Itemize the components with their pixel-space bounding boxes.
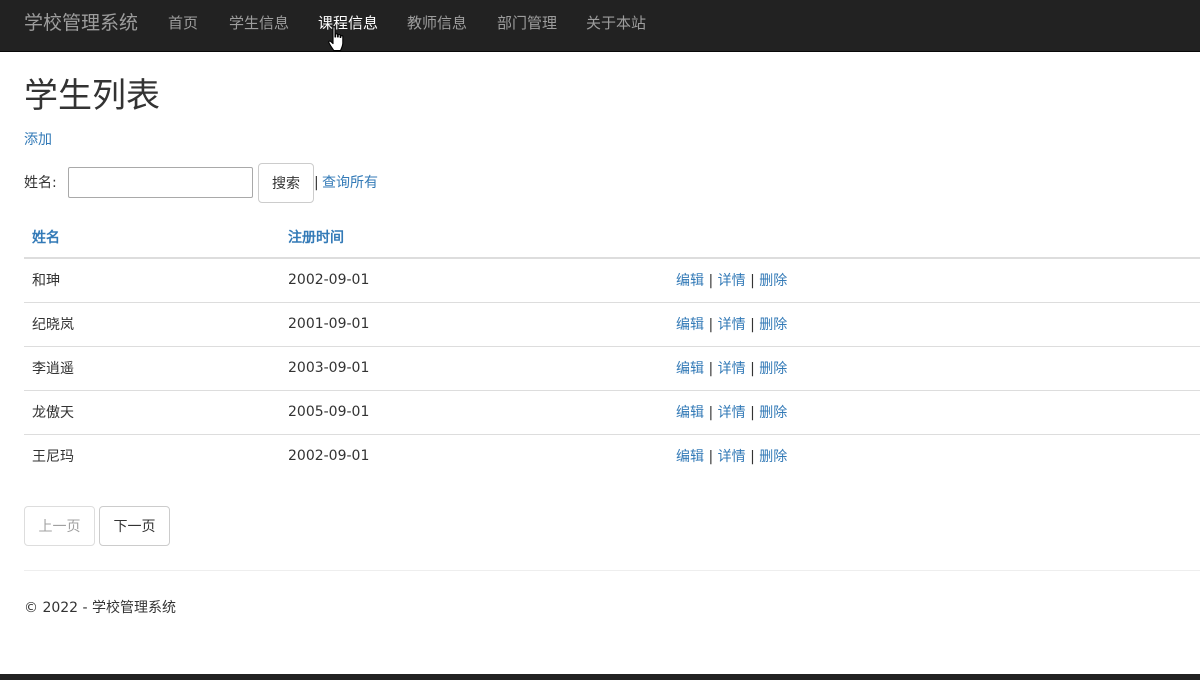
action-separator: | xyxy=(750,361,755,377)
nav-item-departments[interactable]: 部门管理 xyxy=(497,13,557,33)
footer-copyright: © 2022 - 学校管理系统 xyxy=(24,600,177,616)
column-header-actions xyxy=(668,216,1200,259)
page-title: 学生列表 xyxy=(24,76,160,116)
registration-date: 2005-09-01 xyxy=(280,389,668,434)
details-link[interactable]: 详情 xyxy=(718,405,746,421)
action-separator: | xyxy=(750,449,755,466)
row-actions: 编辑 | 详情 | 删除 xyxy=(668,345,1200,390)
action-separator: | xyxy=(750,273,755,290)
hand-pointer-icon xyxy=(328,26,344,52)
delete-link[interactable]: 删除 xyxy=(759,317,787,333)
row-actions: 编辑 | 详情 | 删除 xyxy=(668,389,1200,434)
row-actions: 编辑 | 详情 | 删除 xyxy=(668,301,1200,346)
delete-link[interactable]: 删除 xyxy=(759,273,787,289)
edit-link[interactable]: 编辑 xyxy=(676,449,704,465)
details-link[interactable]: 详情 xyxy=(718,361,746,377)
edit-link[interactable]: 编辑 xyxy=(676,317,704,333)
action-separator: | xyxy=(708,361,714,377)
row-actions: 编辑 | 详情 | 删除 xyxy=(668,433,1200,478)
student-name: 王尼玛 xyxy=(24,433,280,478)
search-name-label: 姓名: xyxy=(24,175,57,191)
search-separator: | xyxy=(314,175,319,191)
nav-item-home[interactable]: 首页 xyxy=(168,13,198,33)
column-header-date[interactable]: 注册时间 xyxy=(280,216,668,259)
action-separator: | xyxy=(708,273,714,290)
action-separator: | xyxy=(750,405,755,421)
nav-item-students[interactable]: 学生信息 xyxy=(229,13,289,33)
nav-item-about[interactable]: 关于本站 xyxy=(586,13,646,33)
edit-link[interactable]: 编辑 xyxy=(676,361,704,377)
student-name: 李逍遥 xyxy=(24,345,280,390)
action-separator: | xyxy=(750,317,755,333)
details-link[interactable]: 详情 xyxy=(718,273,746,289)
edit-link[interactable]: 编辑 xyxy=(676,405,704,421)
sort-by-date-link[interactable]: 注册时间 xyxy=(288,230,344,246)
nav-item-teachers[interactable]: 教师信息 xyxy=(407,13,467,33)
sort-by-name-link[interactable]: 姓名 xyxy=(32,230,60,246)
student-name: 龙傲天 xyxy=(24,389,280,434)
nav-item-courses[interactable]: 课程信息 xyxy=(318,13,378,33)
query-all-link[interactable]: 查询所有 xyxy=(322,173,378,193)
top-navbar: 学校管理系统 首页 学生信息 课程信息 教师信息 部门管理 关于本站 xyxy=(0,0,1200,52)
student-name: 和珅 xyxy=(32,273,60,290)
delete-link[interactable]: 删除 xyxy=(759,449,787,465)
table-row: 李逍遥 2003-09-01 编辑 | 详情 | 删除 xyxy=(24,345,1200,390)
table-header-row: 姓名 注册时间 xyxy=(24,216,1200,259)
table-row: 龙傲天 2005-09-01 编辑 | 详情 | 删除 xyxy=(24,389,1200,434)
registration-date: 2002-09-01 xyxy=(280,433,668,478)
row-actions: 编辑 | 详情 | 删除 xyxy=(668,258,1200,302)
delete-link[interactable]: 删除 xyxy=(759,361,787,377)
registration-date: 2002-09-01 xyxy=(288,272,370,289)
bottom-bar xyxy=(0,674,1200,680)
column-header-name[interactable]: 姓名 xyxy=(24,216,280,259)
footer-divider xyxy=(24,570,1200,571)
student-table: 姓名 注册时间 和珅 2002-09-01 编辑 | 详情 | 删除 纪晓岚 2… xyxy=(24,216,1200,478)
prev-page-button[interactable]: 上一页 xyxy=(24,506,95,546)
next-page-button[interactable]: 下一页 xyxy=(99,506,170,546)
registration-date: 2003-09-01 xyxy=(280,345,668,390)
action-separator: | xyxy=(708,449,714,466)
delete-link[interactable]: 删除 xyxy=(759,405,787,421)
action-separator: | xyxy=(708,317,714,333)
details-link[interactable]: 详情 xyxy=(718,317,746,333)
action-separator: | xyxy=(708,405,714,421)
details-link[interactable]: 详情 xyxy=(718,449,746,465)
table-row: 和珅 2002-09-01 编辑 | 详情 | 删除 xyxy=(24,258,1200,302)
table-row: 王尼玛 2002-09-01 编辑 | 详情 | 删除 xyxy=(24,433,1200,478)
search-button[interactable]: 搜索 xyxy=(258,163,314,203)
student-name: 纪晓岚 xyxy=(24,301,280,346)
search-name-input[interactable] xyxy=(68,167,253,198)
registration-date: 2001-09-01 xyxy=(280,301,668,346)
add-student-link[interactable]: 添加 xyxy=(24,130,52,150)
edit-link[interactable]: 编辑 xyxy=(676,273,704,289)
table-row: 纪晓岚 2001-09-01 编辑 | 详情 | 删除 xyxy=(24,301,1200,346)
navbar-brand[interactable]: 学校管理系统 xyxy=(24,10,138,36)
